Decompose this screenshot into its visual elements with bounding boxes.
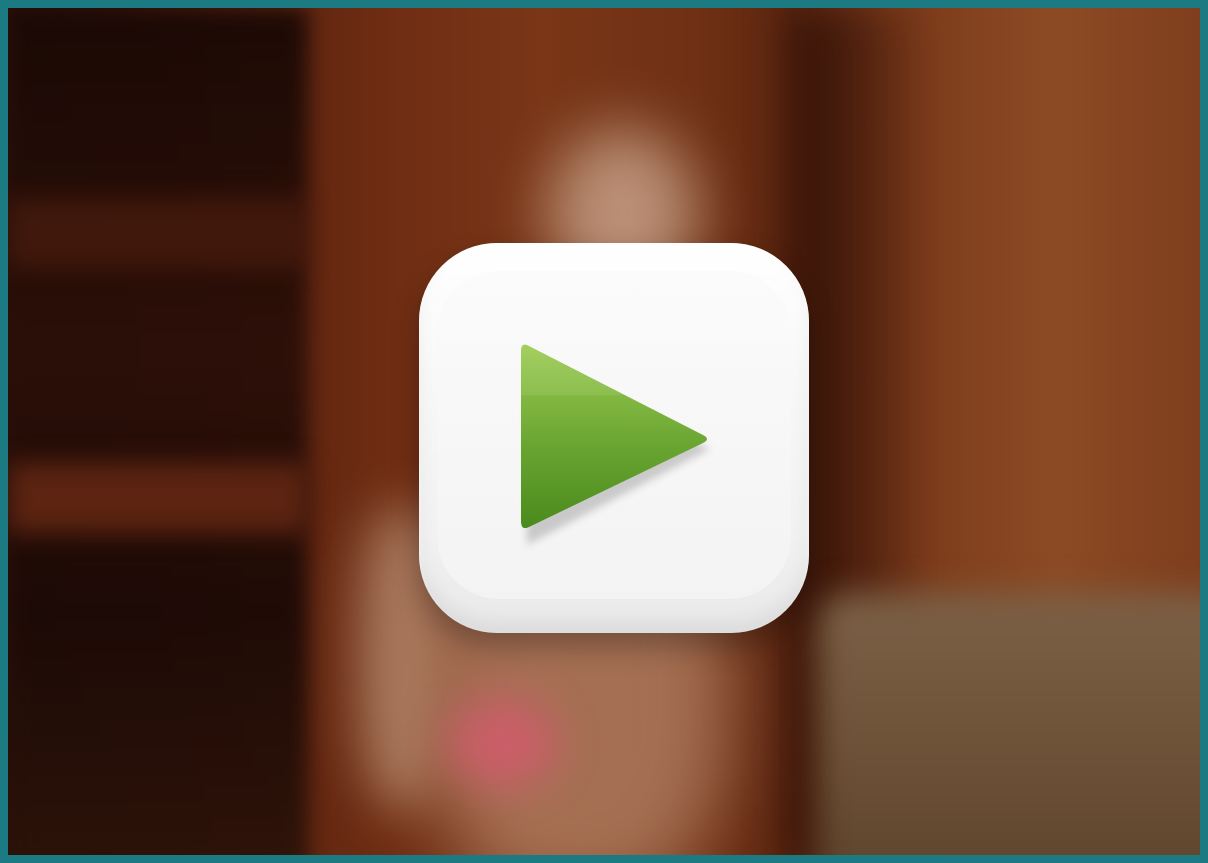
blurred-pink-object bbox=[448, 698, 558, 788]
background-cabinet bbox=[8, 8, 308, 855]
background-shelf-upper bbox=[8, 198, 308, 268]
background-shelf bbox=[8, 463, 308, 533]
background-sofa bbox=[818, 593, 1200, 855]
play-button[interactable] bbox=[419, 243, 809, 633]
play-icon bbox=[521, 344, 710, 545]
video-thumbnail-frame[interactable] bbox=[0, 0, 1208, 863]
